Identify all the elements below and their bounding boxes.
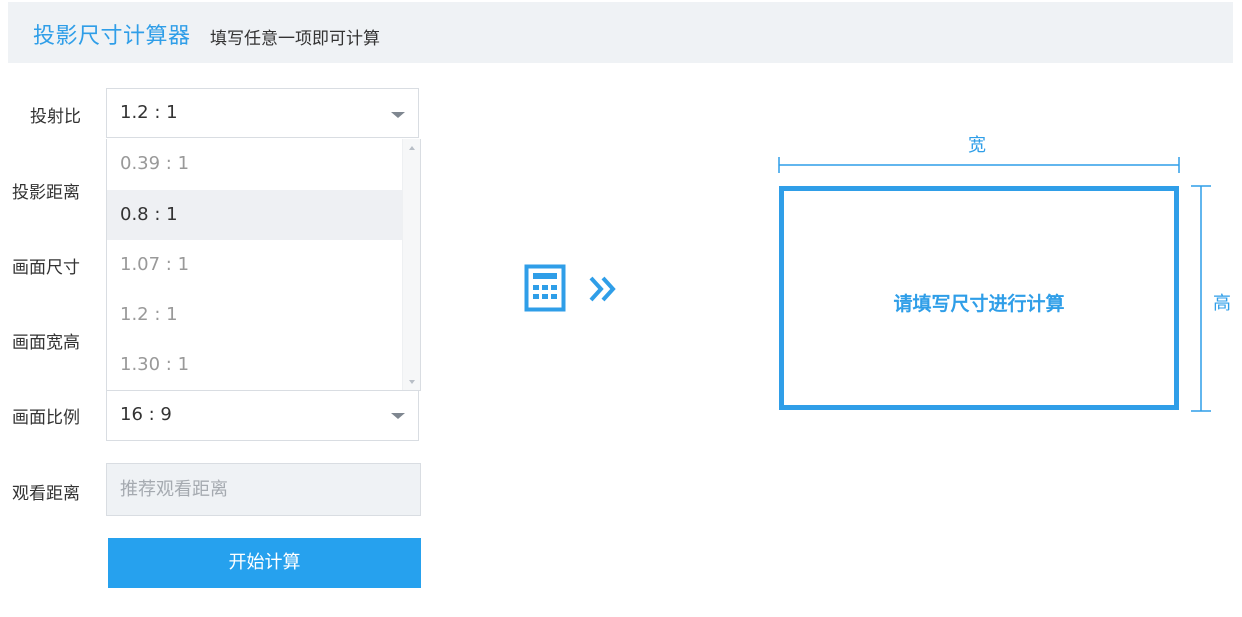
scroll-up-arrow-icon[interactable] [409,146,415,150]
page-title: 投影尺寸计算器 [33,24,191,49]
aspect-ratio-label: 画面比例 [12,408,80,428]
page-subtitle: 填写任意一项即可计算 [210,29,380,49]
throw-ratio-option[interactable]: 1.2 : 1 [107,290,403,340]
height-dimension-line [1191,185,1211,412]
width-dimension-line [778,157,1180,173]
screen-frame-preview: 请填写尺寸进行计算 [779,186,1179,410]
width-dimension-label: 宽 [968,135,986,156]
dropdown-scrollbar[interactable] [402,139,420,390]
frame-placeholder-text: 请填写尺寸进行计算 [893,293,1065,315]
throw-ratio-option[interactable]: 1.07 : 1 [107,240,403,290]
start-calculation-button[interactable]: 开始计算 [108,538,421,588]
throw-ratio-option[interactable]: 0.39 : 1 [107,139,403,189]
throw-ratio-dropdown[interactable]: 0.39 : 1 0.8 : 1 1.07 : 1 1.2 : 1 1.30 :… [106,139,421,391]
throw-ratio-option[interactable]: 1.30 : 1 [107,340,403,390]
caret-down-icon [391,413,405,419]
aspect-ratio-select[interactable]: 16 : 9 [106,390,419,441]
throw-ratio-value: 1.2 : 1 [120,102,178,123]
scroll-down-arrow-icon[interactable] [409,380,415,384]
double-chevron-right-icon [589,276,616,302]
throw-ratio-label: 投射比 [30,107,81,127]
calculator-icon [524,264,566,312]
page-header: 投影尺寸计算器 填写任意一项即可计算 [8,2,1233,63]
throw-ratio-select[interactable]: 1.2 : 1 [106,88,419,138]
projection-distance-label: 投影距离 [12,183,80,203]
caret-down-icon [391,112,405,118]
viewing-distance-input[interactable] [106,463,421,516]
screen-width-height-label: 画面宽高 [12,333,80,353]
throw-ratio-option-highlighted[interactable]: 0.8 : 1 [107,190,403,240]
height-dimension-label: 高 [1213,293,1231,314]
aspect-ratio-value: 16 : 9 [120,404,172,425]
viewing-distance-label: 观看距离 [12,484,80,504]
screen-size-label: 画面尺寸 [12,258,80,278]
